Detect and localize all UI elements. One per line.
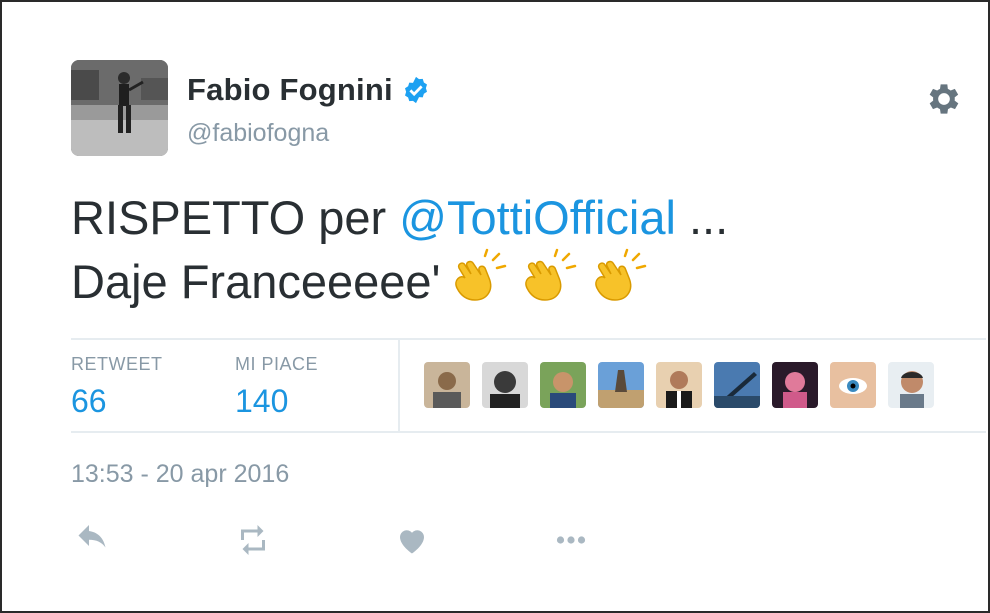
retweet-icon[interactable]: [233, 522, 273, 558]
liker-avatar[interactable]: [888, 362, 934, 408]
stats-bottom-divider: [71, 431, 986, 433]
tweet-text-segment: ...: [675, 191, 729, 244]
liker-avatar[interactable]: [830, 362, 876, 408]
retweet-count: 66: [71, 383, 107, 419]
stats-top-divider: [71, 338, 986, 340]
tweet-line-2: Daje Franceeeee': [71, 248, 728, 312]
verified-badge-icon: [404, 76, 427, 104]
liker-avatar[interactable]: [482, 362, 528, 408]
emoji-group: [441, 248, 651, 308]
clapping-hands-icon: [454, 248, 506, 301]
liker-avatar[interactable]: [540, 362, 586, 408]
user-handle[interactable]: @fabiofogna: [187, 119, 329, 148]
retweet-stat[interactable]: RETWEET 66: [71, 354, 163, 420]
like-icon[interactable]: [392, 522, 432, 558]
tweet-timestamp[interactable]: 13:53 - 20 apr 2016: [71, 460, 289, 489]
liker-avatar[interactable]: [772, 362, 818, 408]
liker-avatar[interactable]: [656, 362, 702, 408]
reply-icon[interactable]: [72, 522, 112, 558]
liker-avatar[interactable]: [714, 362, 760, 408]
like-label: MI PIACE: [235, 354, 319, 374]
gear-icon[interactable]: [924, 79, 964, 119]
tweet-text-segment: Daje Franceeeee': [71, 255, 441, 308]
clapping-hands-icon: [594, 248, 646, 301]
like-stat[interactable]: MI PIACE 140: [235, 354, 318, 420]
retweet-label: RETWEET: [71, 354, 163, 374]
clapping-hands-icon: [524, 248, 576, 301]
liker-avatar[interactable]: [598, 362, 644, 408]
tweet-text-segment: RISPETTO per: [71, 191, 400, 244]
likers-avatar-list: [424, 362, 946, 408]
stats-vertical-divider: [398, 339, 400, 432]
more-icon[interactable]: [551, 522, 591, 558]
like-count: 140: [235, 383, 289, 419]
tweet-card: Fabio Fognini @fabiofogna RISPETTO per @…: [0, 0, 990, 613]
profile-avatar[interactable]: [71, 60, 168, 156]
tweet-line-1: RISPETTO per @TottiOfficial ...: [71, 188, 728, 248]
user-name[interactable]: Fabio Fognini: [187, 72, 393, 108]
mention-link[interactable]: @TottiOfficial: [399, 191, 676, 244]
liker-avatar[interactable]: [424, 362, 470, 408]
user-name-row: Fabio Fognini: [187, 72, 431, 108]
tweet-text: RISPETTO per @TottiOfficial ... Daje Fra…: [71, 188, 728, 312]
